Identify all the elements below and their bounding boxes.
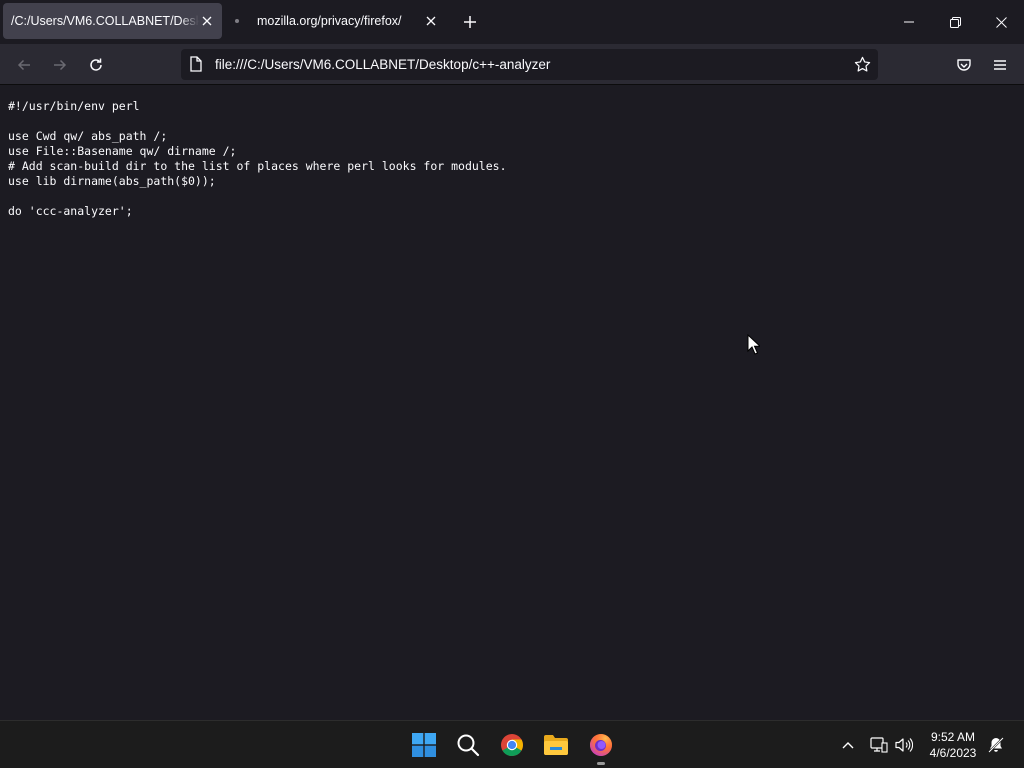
start-button[interactable] [408,729,440,761]
show-hidden-icons-button[interactable] [837,733,859,757]
pocket-button[interactable] [950,51,978,79]
window-controls [886,0,1024,44]
tab-c-analyzer[interactable]: /C:/Users/VM6.COLLABNET/Desktop/c++-anal… [3,3,222,39]
system-clock[interactable]: 9:52 AM 4/6/2023 [922,729,984,761]
volume-tray-button[interactable] [893,733,915,757]
minimize-button[interactable] [886,0,932,44]
file-source-text: #!/usr/bin/env perl use Cwd qw/ abs_path… [8,99,507,218]
forward-button[interactable] [46,51,74,79]
close-icon [995,16,1007,28]
firefox-icon [590,734,612,756]
tab-strip: /C:/Users/VM6.COLLABNET/Desktop/c++-anal… [0,0,1024,44]
network-tray-button[interactable] [868,733,890,757]
firefox-taskbar-button[interactable] [585,729,617,761]
page-content: #!/usr/bin/env perl use Cwd qw/ abs_path… [0,85,1024,720]
mouse-pointer-icon [747,334,760,355]
running-indicator [597,762,605,765]
restore-icon [949,16,961,28]
file-explorer-icon [544,735,568,755]
clock-date: 4/6/2023 [929,746,977,760]
tab-mozilla-privacy[interactable]: mozilla.org/privacy/firefox/ [226,3,446,39]
file-explorer-taskbar-button[interactable] [540,729,572,761]
bookmark-star-icon[interactable] [850,52,874,76]
restore-button[interactable] [932,0,978,44]
back-arrow-icon [17,59,30,71]
close-tab-icon[interactable] [423,13,439,29]
chrome-taskbar-button[interactable] [496,729,528,761]
url-text: file:///C:/Users/VM6.COLLABNET/Desktop/c… [215,57,551,72]
volume-icon [895,738,913,752]
close-tab-icon[interactable] [199,13,215,29]
chrome-icon [501,734,523,756]
tab-loading-icon [235,19,239,23]
hamburger-menu-icon [994,60,1006,70]
chevron-up-icon [842,742,854,749]
menu-button[interactable] [986,51,1014,79]
back-button[interactable] [10,51,38,79]
notifications-button[interactable] [985,733,1007,757]
notification-bell-icon [988,737,1004,753]
forward-arrow-icon [54,59,67,71]
page-icon [189,56,203,77]
plus-icon [464,16,476,28]
reload-icon [90,58,102,71]
network-icon [870,737,888,753]
search-icon [457,734,480,757]
close-window-button[interactable] [978,0,1024,44]
pocket-icon [957,59,971,71]
navigation-toolbar: file:///C:/Users/VM6.COLLABNET/Desktop/c… [0,44,1024,85]
tab-title: mozilla.org/privacy/firefox/ [257,14,402,28]
address-bar[interactable]: file:///C:/Users/VM6.COLLABNET/Desktop/c… [181,49,878,80]
taskbar-search-button[interactable] [452,729,484,761]
tab-title: /C:/Users/VM6.COLLABNET/Desktop/c++-anal… [11,14,199,28]
reload-button[interactable] [82,51,110,79]
clock-time: 9:52 AM [930,730,976,744]
new-tab-button[interactable] [458,10,482,34]
minimize-icon [904,21,914,23]
windows-start-icon [412,733,436,757]
taskbar: 9:52 AM 4/6/2023 [0,720,1024,768]
